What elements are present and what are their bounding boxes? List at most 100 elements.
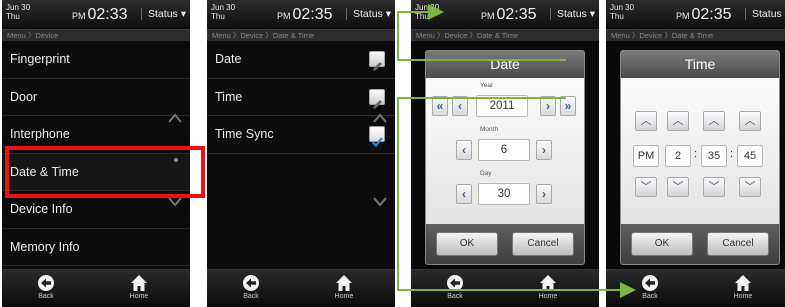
minute-value[interactable]: 35 xyxy=(701,145,727,167)
status-dropdown[interactable]: Status ▾ xyxy=(745,8,785,20)
status-dropdown[interactable]: Status ▾ xyxy=(346,8,391,20)
breadcrumb: Menu 〉Device 〉Date & Time xyxy=(606,30,785,41)
home-button[interactable]: Home xyxy=(718,274,768,300)
date-weekday: Thu xyxy=(415,12,429,21)
ok-button[interactable]: OK xyxy=(631,232,693,256)
month-decrement-button[interactable]: ‹ xyxy=(456,140,472,160)
time-separator: : xyxy=(694,148,698,160)
breadcrumb: Menu 〉Device xyxy=(2,30,190,41)
status-label: Status xyxy=(148,8,178,20)
menu-item-date[interactable]: Date xyxy=(207,41,395,79)
date-dialog: Date Year « ‹ 2011 › » Month ‹ 6 › Day ‹… xyxy=(425,50,585,265)
second-value[interactable]: 45 xyxy=(737,145,763,167)
date-month: Jun 30 xyxy=(211,3,236,12)
second-up-button[interactable]: ︿ xyxy=(739,111,761,131)
date-display: Jun 30 Thu xyxy=(6,3,30,21)
year-fast-back-button[interactable]: « xyxy=(432,96,448,116)
clock: PM 02:35 xyxy=(676,6,732,24)
date-display: Jun 30 Thu xyxy=(415,3,439,21)
home-label: Home xyxy=(334,293,354,300)
checkbox-checked-icon[interactable] xyxy=(369,126,385,148)
hour-value[interactable]: 2 xyxy=(665,145,691,167)
year-fast-forward-button[interactable]: » xyxy=(560,96,576,116)
clock-time: 02:35 xyxy=(292,6,333,23)
year-decrement-button[interactable]: ‹ xyxy=(452,96,468,116)
back-arrow-icon xyxy=(38,275,54,291)
clock: PM 02:33 xyxy=(72,6,128,24)
home-label: Home xyxy=(733,293,753,300)
pencil-icon[interactable] xyxy=(369,51,385,71)
back-label: Back xyxy=(38,293,54,300)
date-month: Jun 30 xyxy=(6,3,31,12)
back-arrow-icon xyxy=(642,275,658,291)
month-increment-button[interactable]: › xyxy=(536,140,552,160)
home-button[interactable]: Home xyxy=(114,274,164,300)
cancel-button[interactable]: Cancel xyxy=(707,232,769,256)
ok-button[interactable]: OK xyxy=(436,232,498,256)
month-value[interactable]: 6 xyxy=(478,139,530,161)
back-button[interactable]: Back xyxy=(21,274,71,300)
scroll-down-icon[interactable] xyxy=(373,194,387,207)
back-arrow-icon xyxy=(447,275,463,291)
bottom-nav: Back Home xyxy=(606,269,785,307)
bottom-nav: Back Home xyxy=(207,269,395,307)
day-value[interactable]: 30 xyxy=(478,183,530,205)
ampm-down-button[interactable]: ﹀ xyxy=(635,177,657,197)
menu-item-door[interactable]: Door xyxy=(2,79,190,116)
bottom-nav: Back Home xyxy=(2,269,190,307)
time-dialog-screen: Jun 30 Thu PM02:35 Status ▾ Menu 〉Device… xyxy=(606,0,785,307)
clock-time: 02:35 xyxy=(496,6,537,23)
hour-up-button[interactable]: ︿ xyxy=(667,111,689,131)
ampm-value[interactable]: PM xyxy=(633,145,659,167)
status-dropdown[interactable]: Status ▾ xyxy=(550,8,595,20)
date-month: Jun 30 xyxy=(610,3,635,12)
back-button[interactable]: Back xyxy=(226,274,276,300)
breadcrumb: Menu 〉Device 〉Date & Time xyxy=(411,30,599,41)
date-display: Jun 30 Thu xyxy=(211,3,235,21)
scroll-up-icon[interactable] xyxy=(168,110,182,123)
year-value[interactable]: 2011 xyxy=(476,95,528,117)
second-down-button[interactable]: ﹀ xyxy=(739,177,761,197)
hour-down-button[interactable]: ﹀ xyxy=(667,177,689,197)
home-icon xyxy=(735,275,751,291)
minute-up-button[interactable]: ︿ xyxy=(703,111,725,131)
status-bar: Jun 30 Thu PM02:35 Status ▾ xyxy=(207,0,395,30)
home-icon xyxy=(336,275,352,291)
date-display: Jun 30 Thu xyxy=(610,3,634,21)
pencil-icon[interactable] xyxy=(369,88,385,109)
clock-ampm: PM xyxy=(277,11,291,21)
year-increment-button[interactable]: › xyxy=(540,96,556,116)
clock-ampm: PM xyxy=(481,11,495,21)
date-dialog-screen: Jun 30 Thu PM 02:35 Status ▾ Menu 〉Device… xyxy=(411,0,599,307)
status-label: Status xyxy=(353,8,383,20)
dialog-footer: OK Cancel xyxy=(426,224,584,264)
minute-down-button[interactable]: ﹀ xyxy=(703,177,725,197)
date-weekday: Thu xyxy=(6,12,20,21)
menu-item-time[interactable]: Time xyxy=(207,79,395,116)
year-label: Year xyxy=(480,82,494,89)
back-button[interactable]: Back xyxy=(430,274,480,300)
home-button[interactable]: Home xyxy=(319,274,369,300)
cancel-button[interactable]: Cancel xyxy=(512,232,574,256)
clock-time: 02:33 xyxy=(87,6,128,23)
day-decrement-button[interactable]: ‹ xyxy=(456,184,472,204)
back-button[interactable]: Back xyxy=(625,274,675,300)
menu-item-time-sync[interactable]: Time Sync xyxy=(207,116,395,154)
scroll-up-icon[interactable] xyxy=(373,110,387,123)
menu-item-label: Time Sync xyxy=(215,127,274,141)
back-label: Back xyxy=(642,293,658,300)
status-dropdown[interactable]: Status ▾ xyxy=(141,8,186,20)
menu-list: Date Time Time Sync xyxy=(207,41,395,154)
date-weekday: Thu xyxy=(211,12,225,21)
back-arrow-icon xyxy=(243,275,259,291)
menu-item-fingerprint[interactable]: Fingerprint xyxy=(2,41,190,79)
chevron-down-icon: ▾ xyxy=(589,8,595,20)
ampm-up-button[interactable]: ︿ xyxy=(635,111,657,131)
date-time-screen: Jun 30 Thu PM 02:35 Status ▾ Menu 〉Device… xyxy=(207,0,395,307)
highlight-box xyxy=(5,146,205,198)
clock-ampm: PM xyxy=(676,11,690,21)
day-increment-button[interactable]: › xyxy=(536,184,552,204)
home-button[interactable]: Home xyxy=(523,274,573,300)
menu-item-memory-info[interactable]: Memory Info xyxy=(2,229,190,266)
chevron-down-icon: ▾ xyxy=(180,8,186,20)
